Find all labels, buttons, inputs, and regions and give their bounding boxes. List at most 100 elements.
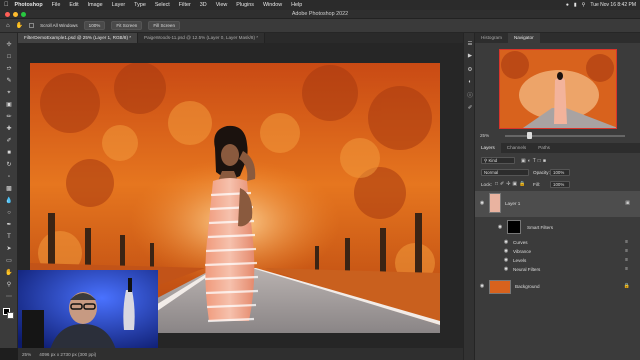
navigator-zoom-knob[interactable]	[527, 132, 532, 139]
navigator-zoom-slider[interactable]	[505, 135, 625, 137]
crop-tool-icon[interactable]: ⌖	[4, 89, 14, 97]
dodge-tool-icon[interactable]: ○	[4, 209, 14, 217]
menu-type[interactable]: Type	[134, 2, 146, 8]
path-select-tool-icon[interactable]: ➤	[4, 245, 14, 253]
type-tool-icon[interactable]: T	[4, 233, 14, 241]
menu-app[interactable]: Photoshop	[15, 2, 43, 8]
quick-select-tool-icon[interactable]: ✎	[4, 77, 14, 85]
fill-screen-button[interactable]: Fill Screen	[148, 21, 181, 30]
menu-image[interactable]: Image	[88, 2, 103, 8]
background-layer-name[interactable]: Background	[515, 284, 540, 289]
layer1-name[interactable]: Layer 1	[505, 201, 520, 206]
search-icon[interactable]: ⚲	[582, 2, 586, 8]
properties-panel-icon[interactable]: ⚙	[466, 67, 474, 74]
blur-tool-icon[interactable]: 💧	[4, 197, 14, 205]
vibrance-eye-icon[interactable]: ◉	[503, 249, 509, 254]
layer-kind-filter[interactable]: ⚲ Kind	[481, 157, 515, 164]
doc-tab-paigewoods[interactable]: PaigeWoods-11.psd @ 12.5% (Layer 0, Laye…	[138, 33, 266, 43]
healing-brush-tool-icon[interactable]: ✚	[4, 125, 14, 133]
menu-edit[interactable]: Edit	[69, 2, 78, 8]
tab-histogram[interactable]: Histogram	[475, 33, 508, 43]
tab-channels[interactable]: Channels	[501, 143, 532, 153]
fill-field[interactable]: 100%	[550, 181, 570, 188]
background-color-swatch[interactable]	[7, 312, 14, 319]
menu-filter[interactable]: Filter	[179, 2, 191, 8]
scroll-all-checkbox[interactable]	[29, 23, 35, 28]
layer-filter-icons[interactable]: ▣◐T□■	[521, 158, 548, 164]
navigator-zoom[interactable]: 25%	[480, 133, 489, 138]
filter-row-vibrance[interactable]: ◉ Vibrance ≡	[475, 248, 640, 256]
smart-filters-eye-icon[interactable]: ◉	[497, 225, 503, 230]
tab-paths[interactable]: Paths	[532, 143, 556, 153]
document-tabs: FilterDemoExample1.psd @ 25% (Layer 1, R…	[18, 33, 473, 43]
rectangle-tool-icon[interactable]: ▭	[4, 257, 14, 265]
lasso-tool-icon[interactable]: ➱	[4, 65, 14, 73]
status-zoom[interactable]: 25%	[22, 352, 31, 357]
menu-layer[interactable]: Layer	[112, 2, 126, 8]
vibrance-label[interactable]: Vibrance	[513, 249, 531, 254]
levels-label[interactable]: Levels	[513, 258, 526, 263]
menu-file[interactable]: File	[52, 2, 61, 8]
neural-options-icon[interactable]: ≡	[625, 266, 628, 272]
move-tool-icon[interactable]: ✢	[4, 41, 14, 49]
menu-select[interactable]: Select	[155, 2, 170, 8]
history-panel-icon[interactable]: ☰	[466, 41, 474, 48]
options-bar: ⌂ ✋ Scroll All Windows 100% Fit Screen F…	[0, 19, 640, 33]
brushes-panel-icon[interactable]: ✐	[466, 105, 474, 112]
more-tools-icon[interactable]: ⋯	[4, 293, 14, 301]
zoom-tool-icon[interactable]: ⚲	[4, 281, 14, 289]
menu-window[interactable]: Window	[263, 2, 282, 8]
history-brush-tool-icon[interactable]: ↻	[4, 161, 14, 169]
brush-tool-icon[interactable]: ✐	[4, 137, 14, 145]
levels-options-icon[interactable]: ≡	[625, 257, 628, 263]
layer-row-background[interactable]: ◉ Background 🔒	[475, 277, 640, 297]
menu-3d[interactable]: 3D	[200, 2, 207, 8]
frame-tool-icon[interactable]: ▣	[4, 101, 14, 109]
filter-row-levels[interactable]: ◉ Levels ≡	[475, 257, 640, 265]
visibility-eye-icon[interactable]: ◉	[479, 201, 485, 206]
menu-help[interactable]: Help	[291, 2, 302, 8]
clone-stamp-tool-icon[interactable]: ■	[4, 149, 14, 157]
background-eye-icon[interactable]: ◉	[479, 284, 485, 289]
curves-eye-icon[interactable]: ◉	[503, 240, 509, 245]
zoom-100-button[interactable]: 100%	[83, 21, 106, 30]
actions-panel-icon[interactable]: ▶	[466, 53, 474, 60]
menu-view[interactable]: View	[216, 2, 228, 8]
curves-options-icon[interactable]: ≡	[625, 239, 628, 245]
wifi-icon[interactable]: ●	[566, 2, 569, 8]
navigator-thumbnail[interactable]	[499, 49, 617, 129]
curves-label[interactable]: Curves	[513, 240, 528, 245]
pen-tool-icon[interactable]: ✒	[4, 221, 14, 229]
tab-navigator[interactable]: Navigator	[507, 33, 540, 43]
background-lock-icon: 🔒	[623, 283, 630, 289]
hand-tool-icon[interactable]: ✋	[4, 269, 14, 277]
vibrance-options-icon[interactable]: ≡	[625, 248, 628, 254]
doc-tab-filterdemo[interactable]: FilterDemoExample1.psd @ 25% (Layer 1, R…	[18, 33, 139, 43]
layer-row-layer1[interactable]: ◉ Layer 1 ▣	[475, 191, 640, 217]
apple-icon[interactable]: 	[4, 2, 9, 8]
lock-icons[interactable]: □✐✢▣🔒	[495, 181, 527, 187]
eraser-tool-icon[interactable]: ▫	[4, 173, 14, 181]
info-panel-icon[interactable]: ⓘ	[466, 93, 474, 100]
menu-plugins[interactable]: Plugins	[236, 2, 254, 8]
blend-mode-select[interactable]: Normal	[481, 169, 529, 176]
neural-label[interactable]: Neural Filters	[513, 267, 540, 272]
tab-layers[interactable]: Layers	[475, 143, 501, 153]
hand-tool-icon[interactable]: ✋	[16, 22, 23, 29]
home-icon[interactable]: ⌂	[6, 23, 10, 29]
neural-eye-icon[interactable]: ◉	[503, 267, 509, 272]
smart-filter-mask-thumbnail[interactable]	[507, 220, 521, 234]
layer-row-smart-filters[interactable]: ◉ Smart Filters	[475, 219, 640, 237]
clock-text[interactable]: Tue Nov 16 8:42 PM	[590, 2, 636, 8]
levels-eye-icon[interactable]: ◉	[503, 258, 509, 263]
filter-row-neural[interactable]: ◉ Neural Filters ≡	[475, 266, 640, 274]
adjustments-panel-icon[interactable]: ◐	[466, 79, 474, 86]
marquee-tool-icon[interactable]: □	[4, 53, 14, 61]
filter-row-curves[interactable]: ◉ Curves ≡	[475, 239, 640, 247]
opacity-field[interactable]: 100%	[550, 169, 570, 176]
gradient-tool-icon[interactable]: ▩	[4, 185, 14, 193]
eyedropper-tool-icon[interactable]: ✏	[4, 113, 14, 121]
battery-icon[interactable]: ▮	[574, 2, 577, 8]
webcam-overlay	[18, 270, 158, 350]
fit-screen-button[interactable]: Fit Screen	[111, 21, 143, 30]
